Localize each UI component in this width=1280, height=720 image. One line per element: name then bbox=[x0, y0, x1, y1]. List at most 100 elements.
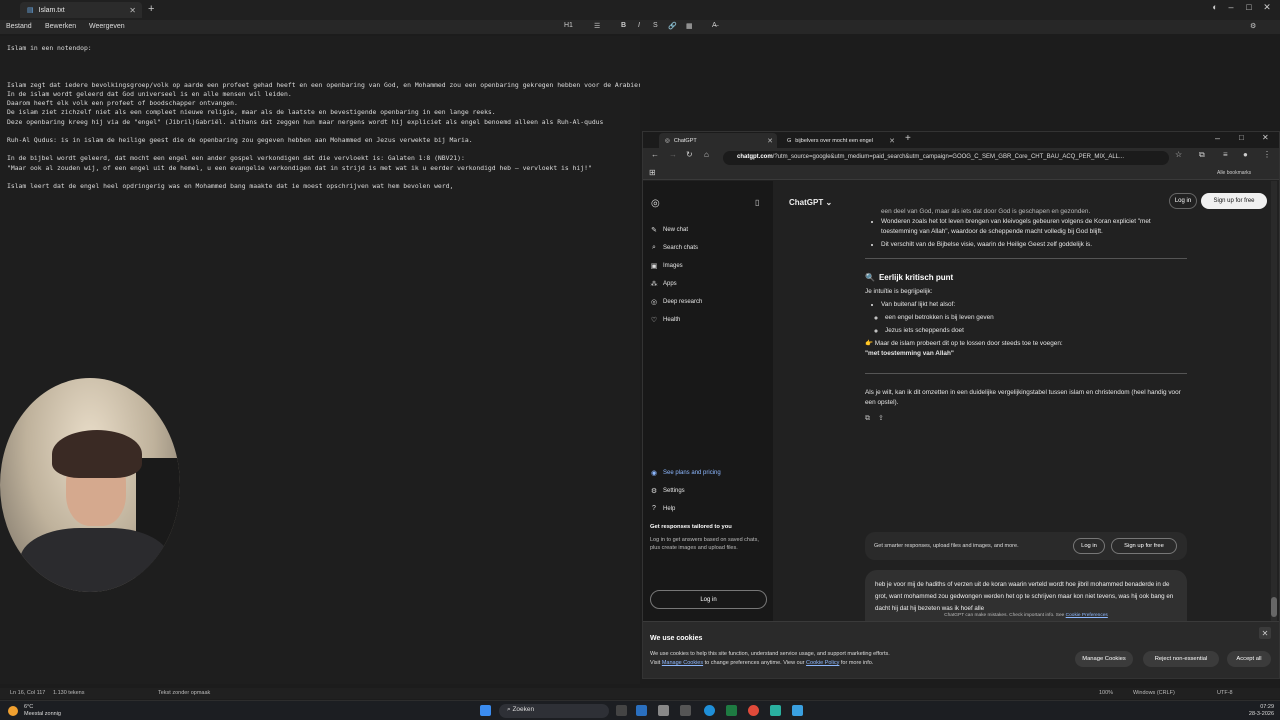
sidebar-item-help[interactable]: ? Help bbox=[650, 505, 675, 512]
chatgpt-favicon: ◎ bbox=[665, 137, 670, 144]
settings-icon[interactable]: ⚙ bbox=[1250, 22, 1256, 30]
close-tab-icon[interactable]: ✕ bbox=[889, 137, 895, 145]
apps-icon[interactable]: ⊞ bbox=[649, 168, 656, 177]
heading-button[interactable]: H1 bbox=[564, 22, 573, 29]
profile-icon[interactable]: ● bbox=[1243, 150, 1248, 159]
notepad-tab[interactable]: ▤ Islam.txt ✕ bbox=[20, 2, 142, 18]
system-clock[interactable]: 07:29 28-3-2026 bbox=[1242, 704, 1274, 718]
scrollbar-thumb[interactable] bbox=[1271, 597, 1277, 617]
sidebar-item-deep-research[interactable]: ◎ Deep research bbox=[650, 298, 702, 306]
italic-button[interactable]: I bbox=[638, 22, 640, 29]
line-ending: Windows (CRLF) bbox=[1133, 690, 1175, 696]
gear-icon: ⚙ bbox=[650, 488, 658, 495]
copy-icon[interactable]: ⧉ bbox=[865, 414, 870, 424]
encoding: UTF-8 bbox=[1217, 690, 1233, 696]
strikethrough-button[interactable]: S bbox=[653, 22, 658, 29]
sidebar-item-apps[interactable]: ⁂ Apps bbox=[650, 280, 677, 288]
webcam-shirt bbox=[20, 528, 170, 592]
list-icon[interactable]: ☰ bbox=[594, 22, 600, 30]
sidebar-login-button[interactable]: Log in bbox=[650, 590, 767, 609]
minimize-icon[interactable]: – bbox=[1215, 133, 1220, 143]
close-icon[interactable]: ✕ bbox=[1259, 627, 1271, 639]
weather-status: Meestal zonnig bbox=[24, 711, 61, 717]
widgets-icon[interactable] bbox=[636, 705, 647, 716]
close-tab-icon[interactable]: ✕ bbox=[767, 137, 773, 145]
clock-date: 28-3-2026 bbox=[1248, 711, 1274, 717]
scrollbar-track[interactable] bbox=[1271, 181, 1277, 621]
edge-icon[interactable] bbox=[704, 705, 715, 716]
sidebar-item-search-chats[interactable]: ⌕ Search chats bbox=[650, 244, 698, 252]
clear-format-icon[interactable]: A̶ bbox=[712, 22, 717, 29]
menu-edit[interactable]: Bewerken bbox=[45, 23, 76, 30]
reload-icon[interactable]: ↻ bbox=[686, 150, 693, 159]
close-window-icon[interactable]: ✕ bbox=[1262, 133, 1269, 142]
promo-signup-button[interactable]: Sign up for free bbox=[1111, 538, 1177, 554]
notepad-icon[interactable] bbox=[792, 705, 803, 716]
table-icon[interactable]: ▦ bbox=[686, 22, 693, 30]
file-explorer-icon[interactable] bbox=[658, 705, 669, 716]
bookmark-star-icon[interactable]: ☆ bbox=[1175, 150, 1182, 159]
model-selector[interactable]: ChatGPT ⌄ bbox=[789, 198, 832, 207]
extensions-icon[interactable]: ⧉ bbox=[1199, 150, 1205, 160]
list-item: Jezus iets scheppends doet bbox=[885, 326, 1187, 336]
browser-tab-search[interactable]: G bijbelvers over mocht een engel ✕ bbox=[781, 133, 899, 148]
forward-icon[interactable]: → bbox=[669, 150, 677, 159]
excel-icon[interactable] bbox=[726, 705, 737, 716]
close-tab-icon[interactable]: ✕ bbox=[129, 6, 136, 15]
new-tab-button[interactable]: + bbox=[905, 133, 911, 144]
task-view-icon[interactable] bbox=[616, 705, 627, 716]
link-icon[interactable]: 🔗 bbox=[668, 22, 677, 30]
promo-bar-text: Get smarter responses, upload files and … bbox=[874, 543, 1019, 549]
promo-login-button[interactable]: Log in bbox=[1073, 538, 1105, 554]
app-icon[interactable] bbox=[770, 705, 781, 716]
cookie-text: We use cookies to help this site functio… bbox=[650, 650, 980, 668]
tab-title: Islam.txt bbox=[38, 6, 65, 14]
menu-view[interactable]: Weergeven bbox=[89, 23, 125, 30]
list-item: Dit verschilt van de Bijbelse visie, waa… bbox=[881, 240, 1187, 250]
home-icon[interactable]: ⌂ bbox=[704, 150, 709, 159]
sidebar-item-settings[interactable]: ⚙ Settings bbox=[650, 487, 685, 495]
cookie-preferences-link[interactable]: Cookie Preferences bbox=[1066, 613, 1108, 618]
sidebar-item-images[interactable]: ▣ Images bbox=[650, 262, 683, 270]
openai-logo-icon[interactable]: ◎ bbox=[651, 198, 660, 209]
composer-input[interactable]: heb je voor mij de hadiths of verzen uit… bbox=[875, 579, 1179, 615]
heading-text: Eerlijk kritisch punt bbox=[878, 273, 954, 282]
menu-icon[interactable]: ⋮ bbox=[1263, 150, 1271, 159]
address-bar[interactable]: chatgpt.com/?utm_source=google&utm_mediu… bbox=[723, 151, 1169, 165]
notepad-titlebar: ▤ Islam.txt ✕ + ◐ – □ ✕ bbox=[0, 0, 1280, 20]
maximize-icon[interactable]: □ bbox=[1239, 133, 1244, 142]
bold-button[interactable]: B bbox=[621, 22, 626, 29]
taskbar-search[interactable]: ⌕ Zoeken bbox=[499, 704, 609, 718]
text-line bbox=[7, 173, 633, 182]
upgrade-promo-bar: Get smarter responses, upload files and … bbox=[865, 532, 1187, 560]
start-icon[interactable] bbox=[480, 705, 491, 716]
chrome-icon[interactable] bbox=[748, 705, 759, 716]
minimize-icon[interactable]: – bbox=[1222, 2, 1240, 12]
close-window-icon[interactable]: ✕ bbox=[1258, 2, 1276, 13]
sidebar-item-plans[interactable]: ◉ See plans and pricing bbox=[650, 469, 721, 477]
manage-cookies-button[interactable]: Manage Cookies bbox=[1075, 651, 1133, 667]
sun-icon bbox=[8, 706, 18, 716]
manage-cookies-link[interactable]: Manage Cookies bbox=[662, 660, 703, 666]
new-tab-button[interactable]: + bbox=[148, 3, 154, 15]
sidebar-item-health[interactable]: ♡ Health bbox=[650, 316, 680, 324]
downloads-icon[interactable]: ≡ bbox=[1223, 150, 1228, 159]
maximize-icon[interactable]: □ bbox=[1240, 2, 1258, 12]
reject-cookies-button[interactable]: Reject non-essential bbox=[1143, 651, 1219, 667]
sidebar-item-label: Images bbox=[663, 263, 683, 269]
share-icon[interactable]: ⇪ bbox=[878, 414, 884, 424]
sidebar-item-label: See plans and pricing bbox=[663, 470, 721, 476]
back-icon[interactable]: ← bbox=[651, 150, 659, 159]
sidebar-toggle-icon[interactable]: ▯ bbox=[755, 198, 759, 207]
text-line bbox=[7, 53, 633, 62]
app-icon[interactable] bbox=[680, 705, 691, 716]
response-actions: ⧉ ⇪ bbox=[865, 414, 1187, 424]
sidebar-item-new-chat[interactable]: ✎ New chat bbox=[650, 226, 688, 234]
header-signup-button[interactable]: Sign up for free bbox=[1201, 193, 1267, 209]
accept-cookies-button[interactable]: Accept all bbox=[1227, 651, 1271, 667]
menu-file[interactable]: Bestand bbox=[6, 23, 32, 30]
all-bookmarks[interactable]: Alle bookmarks bbox=[1217, 170, 1251, 176]
cookie-policy-link[interactable]: Cookie Policy bbox=[806, 660, 839, 666]
browser-tab-chatgpt[interactable]: ◎ ChatGPT ✕ bbox=[659, 133, 777, 148]
url-host: chatgpt.com bbox=[737, 154, 773, 160]
